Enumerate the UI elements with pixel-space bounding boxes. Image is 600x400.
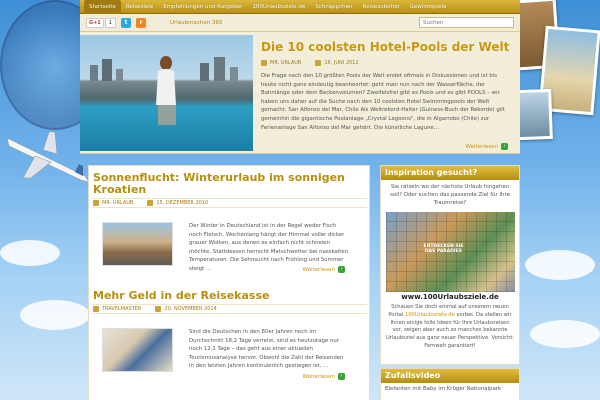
search-input[interactable] bbox=[419, 17, 514, 28]
post-date: 20. NOVEMBER 2014 bbox=[164, 306, 217, 312]
user-icon bbox=[261, 60, 267, 66]
banner-mark: ENTDECKEN SIE DAS PARADIES bbox=[423, 244, 464, 254]
post-date: 15. DEZEMBER 2010 bbox=[156, 200, 209, 206]
cloud bbox=[20, 300, 90, 330]
post-meta: TRAVELMASTER 20. NOVEMBER 2014 bbox=[93, 304, 367, 314]
cloud bbox=[530, 320, 600, 348]
featured-more-link[interactable]: Weiterlesen › bbox=[466, 143, 508, 150]
gplus-button[interactable]: G+1 bbox=[86, 17, 104, 28]
post-excerpt: Sind die Deutschen in den 80er Jahren no… bbox=[189, 329, 344, 369]
featured-title[interactable]: Die 10 coolsten Hotel-Pools der Welt bbox=[261, 40, 509, 54]
rss-icon[interactable]: r bbox=[135, 17, 146, 28]
post-author[interactable]: TRAVELMASTER bbox=[102, 306, 141, 312]
user-icon bbox=[93, 200, 99, 206]
featured-excerpt: Die Frage nach den 10 größten Pools der … bbox=[261, 73, 505, 131]
video-caption[interactable]: Elefanten mit Baby im Krüger Nationalpar… bbox=[381, 383, 519, 395]
more-label[interactable]: Weiterlesen bbox=[466, 144, 498, 150]
100urlaubsziele-link[interactable]: 100Urlaubsziele.de bbox=[405, 312, 455, 318]
nav-item-schnaeppchen[interactable]: Schnäppchen bbox=[310, 0, 357, 14]
urlaub365-link[interactable]: Urlaubmachen 365 bbox=[170, 20, 223, 26]
nav-item-reisezubehoer[interactable]: Reisezubehör bbox=[358, 0, 405, 14]
arrow-right-icon[interactable]: › bbox=[338, 266, 345, 273]
post-meta: MR. URLAUB 15. DEZEMBER 2010 bbox=[93, 198, 367, 208]
featured-meta: MR. URLAUB 16. JUNI 2012 bbox=[261, 60, 359, 66]
main-nav: Startseite Reiseziele Empfehlungen und R… bbox=[80, 0, 520, 14]
post-title[interactable]: Mehr Geld in der Reisekasse bbox=[93, 290, 367, 302]
post-author[interactable]: MR. URLAUB bbox=[102, 200, 133, 206]
nav-item-gewinnspiele[interactable]: Gewinnspiele bbox=[405, 0, 452, 14]
post-item: Mehr Geld in der Reisekasse TRAVELMASTER… bbox=[93, 290, 367, 380]
social-bar: G+1 1 t r Urlaubmachen 365 bbox=[80, 14, 520, 32]
calendar-icon bbox=[155, 306, 162, 312]
widget-title: Inspiration gesucht? bbox=[381, 166, 519, 180]
arrow-right-icon[interactable]: › bbox=[501, 143, 508, 150]
post-thumbnail[interactable] bbox=[102, 328, 173, 372]
inspiration-widget: Inspiration gesucht? Sie rätseln wo der … bbox=[380, 165, 520, 365]
post-thumbnail[interactable] bbox=[102, 222, 173, 266]
nav-item-100urlaubsziele[interactable]: 100Urlaubsziele.de bbox=[247, 0, 310, 14]
video-widget: Zufallsvideo Elefanten mit Baby im Krüge… bbox=[380, 368, 520, 400]
featured-author[interactable]: MR. URLAUB bbox=[270, 60, 301, 66]
cloud bbox=[525, 250, 595, 280]
100urlaubsziele-banner[interactable]: ENTDECKEN SIE DAS PARADIES www.100Urlaub… bbox=[385, 212, 515, 302]
more-label[interactable]: Weiterlesen bbox=[303, 374, 335, 380]
user-icon bbox=[93, 306, 99, 312]
widget-intro: Sie rätseln wo der nächste Urlaub hingeh… bbox=[390, 184, 510, 206]
nav-item-reiseziele[interactable]: Reiseziele bbox=[121, 0, 158, 14]
post-title[interactable]: Sonnenflucht: Winterurlaub im sonnigen K… bbox=[93, 172, 367, 196]
gplus-count: 1 bbox=[104, 17, 116, 28]
nav-item-startseite[interactable]: Startseite bbox=[84, 0, 121, 14]
widget-title: Zufallsvideo bbox=[381, 369, 519, 383]
widget-outro: Schauen Sie doch einmal auf unserem neue… bbox=[386, 304, 514, 349]
post-list: Sonnenflucht: Winterurlaub im sonnigen K… bbox=[88, 165, 370, 400]
banner-label: www.100Urlaubsziele.de bbox=[385, 292, 515, 302]
calendar-icon bbox=[147, 200, 154, 206]
featured-date: 16. JUNI 2012 bbox=[324, 60, 359, 66]
calendar-icon bbox=[315, 60, 322, 66]
post-more-link[interactable]: Weiterlesen › bbox=[303, 266, 345, 273]
featured-image[interactable] bbox=[80, 35, 253, 151]
nav-item-empfehlungen[interactable]: Empfehlungen und Ratgeber bbox=[158, 0, 247, 14]
post-item: Sonnenflucht: Winterurlaub im sonnigen K… bbox=[93, 172, 367, 273]
more-label[interactable]: Weiterlesen bbox=[303, 267, 335, 273]
cloud bbox=[0, 240, 60, 266]
arrow-right-icon[interactable]: › bbox=[338, 373, 345, 380]
twitter-icon[interactable]: t bbox=[120, 17, 131, 28]
post-more-link[interactable]: Weiterlesen › bbox=[303, 373, 345, 380]
featured-slider: Die 10 coolsten Hotel-Pools der Welt MR.… bbox=[80, 32, 520, 154]
